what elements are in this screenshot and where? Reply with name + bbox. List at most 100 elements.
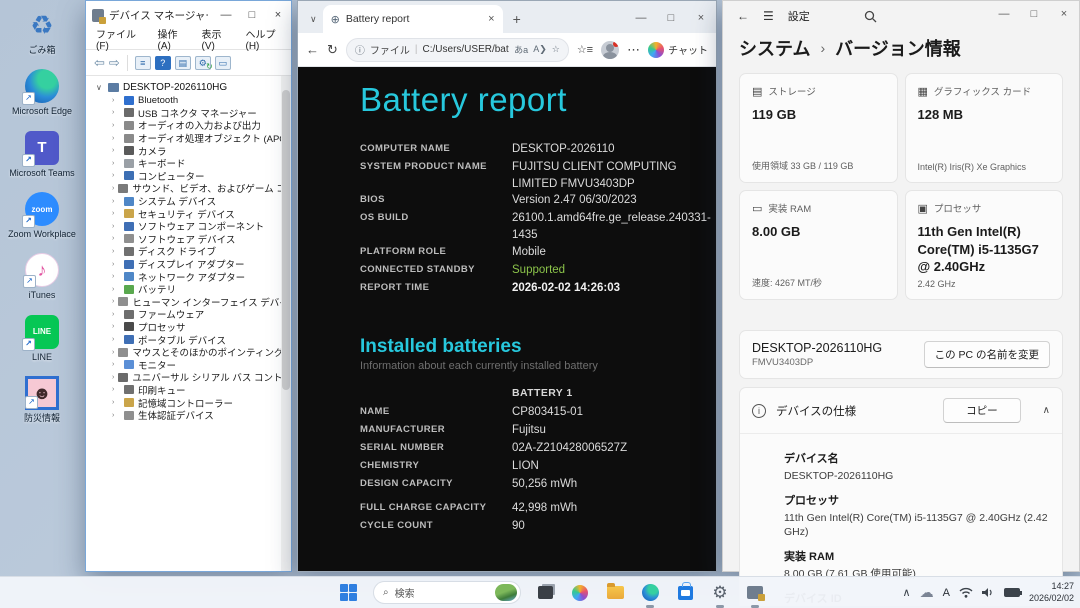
device-tree-item[interactable]: › ポータブル デバイス (96, 333, 291, 346)
file-explorer-icon[interactable] (604, 582, 626, 604)
properties-icon[interactable]: ≡ (135, 56, 151, 70)
tab-close-icon[interactable]: × (488, 13, 494, 25)
expand-chevron-icon[interactable]: › (112, 298, 114, 305)
expand-chevron-icon[interactable]: › (112, 235, 120, 242)
wifi-icon[interactable] (959, 587, 973, 598)
scan-hardware-icon[interactable]: ⚙ (195, 56, 211, 70)
page-info-icon[interactable]: ⓘ (355, 42, 365, 57)
edge-taskbar-icon[interactable] (639, 582, 661, 604)
microsoft-store-icon[interactable] (674, 582, 696, 604)
address-bar[interactable]: ⓘ ファイル | C:/Users/USER/batter... あa A❯ ☆ (346, 38, 569, 62)
search-highlight-image[interactable] (495, 584, 517, 601)
collapse-chevron-icon[interactable]: ∧ (1043, 405, 1050, 416)
expand-chevron-icon[interactable]: › (112, 311, 120, 318)
expand-chevron-icon[interactable]: › (112, 273, 120, 280)
computer-monitor-icon[interactable]: ▭ (215, 56, 231, 70)
search-icon[interactable] (864, 10, 877, 23)
desktop-icon[interactable]: ♻ ごみ箱 (6, 8, 78, 55)
more-menu-icon[interactable]: ⋯ (627, 42, 640, 58)
volume-icon[interactable] (982, 587, 995, 598)
desktop-icon[interactable]: zoom Zoom Workplace (6, 192, 78, 239)
device-tree-item[interactable]: › 記憶域コントローラー (96, 396, 291, 409)
expand-chevron-icon[interactable]: › (112, 109, 120, 116)
copilot-chat-button[interactable]: チャット (648, 42, 708, 58)
tab-search-icon[interactable]: ∨ (304, 14, 323, 25)
tray-chevron-icon[interactable]: ∧ (903, 586, 911, 599)
expand-chevron-icon[interactable]: › (112, 97, 120, 104)
favorites-icon[interactable]: ☆≡ (577, 43, 593, 56)
task-view-button[interactable] (534, 582, 556, 604)
collapse-chevron-icon[interactable]: ∨ (96, 83, 104, 92)
device-tree-item[interactable]: › システム デバイス (96, 195, 291, 208)
expand-chevron-icon[interactable]: › (112, 261, 120, 268)
expand-chevron-icon[interactable]: › (112, 135, 120, 142)
device-tree-item[interactable]: › モニター (96, 358, 291, 371)
expand-chevron-icon[interactable]: › (112, 248, 120, 255)
device-tree-item[interactable]: › マウスとそのほかのポインティング デバイス (96, 346, 291, 359)
device-tree-item[interactable]: › ソフトウェア コンポーネント (96, 220, 291, 233)
read-aloud-icon[interactable]: A❯ (533, 44, 547, 55)
device-tree-scrollbar[interactable] (281, 76, 291, 571)
device-tree-item[interactable]: › オーディオの入力および出力 (96, 119, 291, 132)
breadcrumb-system[interactable]: システム (739, 35, 810, 61)
device-tree-item[interactable]: › 印刷キュー (96, 384, 291, 397)
expand-chevron-icon[interactable]: › (112, 386, 120, 393)
device-spec-header[interactable]: i デバイスの仕様 コピー ∧ (740, 388, 1062, 433)
expand-chevron-icon[interactable]: › (112, 286, 120, 293)
maximize-button[interactable]: □ (656, 5, 686, 31)
close-button[interactable]: × (1049, 1, 1079, 27)
copy-button[interactable]: コピー (943, 398, 1021, 423)
ime-indicator[interactable]: A (943, 587, 950, 599)
hamburger-menu-icon[interactable]: ☰ (763, 9, 774, 23)
device-manager-taskbar-icon[interactable] (744, 582, 766, 604)
onedrive-icon[interactable]: ☁ (920, 584, 934, 601)
device-tree-item[interactable]: › 生体認証デバイス (96, 409, 291, 422)
desktop-icon[interactable]: ☻ 防災情報 (6, 376, 78, 423)
minimize-button[interactable]: — (626, 5, 656, 31)
device-tree-item[interactable]: › コンピューター (96, 170, 291, 183)
start-button[interactable] (338, 582, 360, 604)
maximize-button[interactable]: □ (1019, 1, 1049, 27)
expand-chevron-icon[interactable]: › (112, 160, 120, 167)
device-tree-item[interactable]: › バッテリ (96, 283, 291, 296)
expand-chevron-icon[interactable]: › (112, 172, 120, 179)
close-button[interactable]: × (686, 5, 716, 31)
device-tree-item[interactable]: › ヒューマン インターフェイス デバイス (96, 296, 291, 309)
new-tab-button[interactable]: + (513, 11, 521, 27)
device-tree-item[interactable]: › ネットワーク アダプター (96, 270, 291, 283)
device-tree-item[interactable]: › ディスプレイ アダプター (96, 258, 291, 271)
back-icon[interactable]: ← (737, 9, 749, 23)
browser-tab[interactable]: ⊕ Battery report × (323, 5, 503, 33)
desktop-icon[interactable]: LINE LINE (6, 315, 78, 362)
forward-icon[interactable]: ⇨ (109, 55, 120, 71)
desktop-icon[interactable]: T Microsoft Teams (6, 131, 78, 178)
device-tree-item[interactable]: › カメラ (96, 144, 291, 157)
device-tree-item[interactable]: › オーディオ処理オブジェクト (APO) (96, 132, 291, 145)
list-view-icon[interactable]: ▤ (175, 56, 191, 70)
expand-chevron-icon[interactable]: › (112, 323, 120, 330)
expand-chevron-icon[interactable]: › (112, 147, 120, 154)
favorite-star-icon[interactable]: ☆ (552, 44, 560, 55)
device-tree-item[interactable]: › キーボード (96, 157, 291, 170)
device-tree-item[interactable]: › ソフトウェア デバイス (96, 233, 291, 246)
device-tree-item[interactable]: › USB コネクタ マネージャー (96, 107, 291, 120)
settings-titlebar[interactable]: ← ☰ 設定 — □ × (723, 1, 1079, 31)
expand-chevron-icon[interactable]: › (112, 185, 114, 192)
refresh-icon[interactable]: ↻ (327, 42, 338, 58)
taskbar-search[interactable]: ⌕ 検索 (373, 581, 521, 604)
expand-chevron-icon[interactable]: › (112, 198, 120, 205)
device-tree-item[interactable]: › Bluetooth (96, 94, 291, 107)
expand-chevron-icon[interactable]: › (112, 374, 114, 381)
device-tree-root[interactable]: ∨ DESKTOP-2026110HG (96, 80, 291, 94)
expand-chevron-icon[interactable]: › (112, 122, 120, 129)
profile-avatar[interactable] (601, 41, 619, 59)
device-tree-item[interactable]: › ディスク ドライブ (96, 245, 291, 258)
expand-chevron-icon[interactable]: › (112, 223, 120, 230)
expand-chevron-icon[interactable]: › (112, 210, 120, 217)
battery-tray-icon[interactable] (1004, 588, 1020, 597)
device-tree-item[interactable]: › プロセッサ (96, 321, 291, 334)
back-icon[interactable]: ⇦ (94, 55, 105, 71)
back-icon[interactable]: ← (306, 42, 319, 57)
expand-chevron-icon[interactable]: › (112, 336, 120, 343)
expand-chevron-icon[interactable]: › (112, 412, 120, 419)
